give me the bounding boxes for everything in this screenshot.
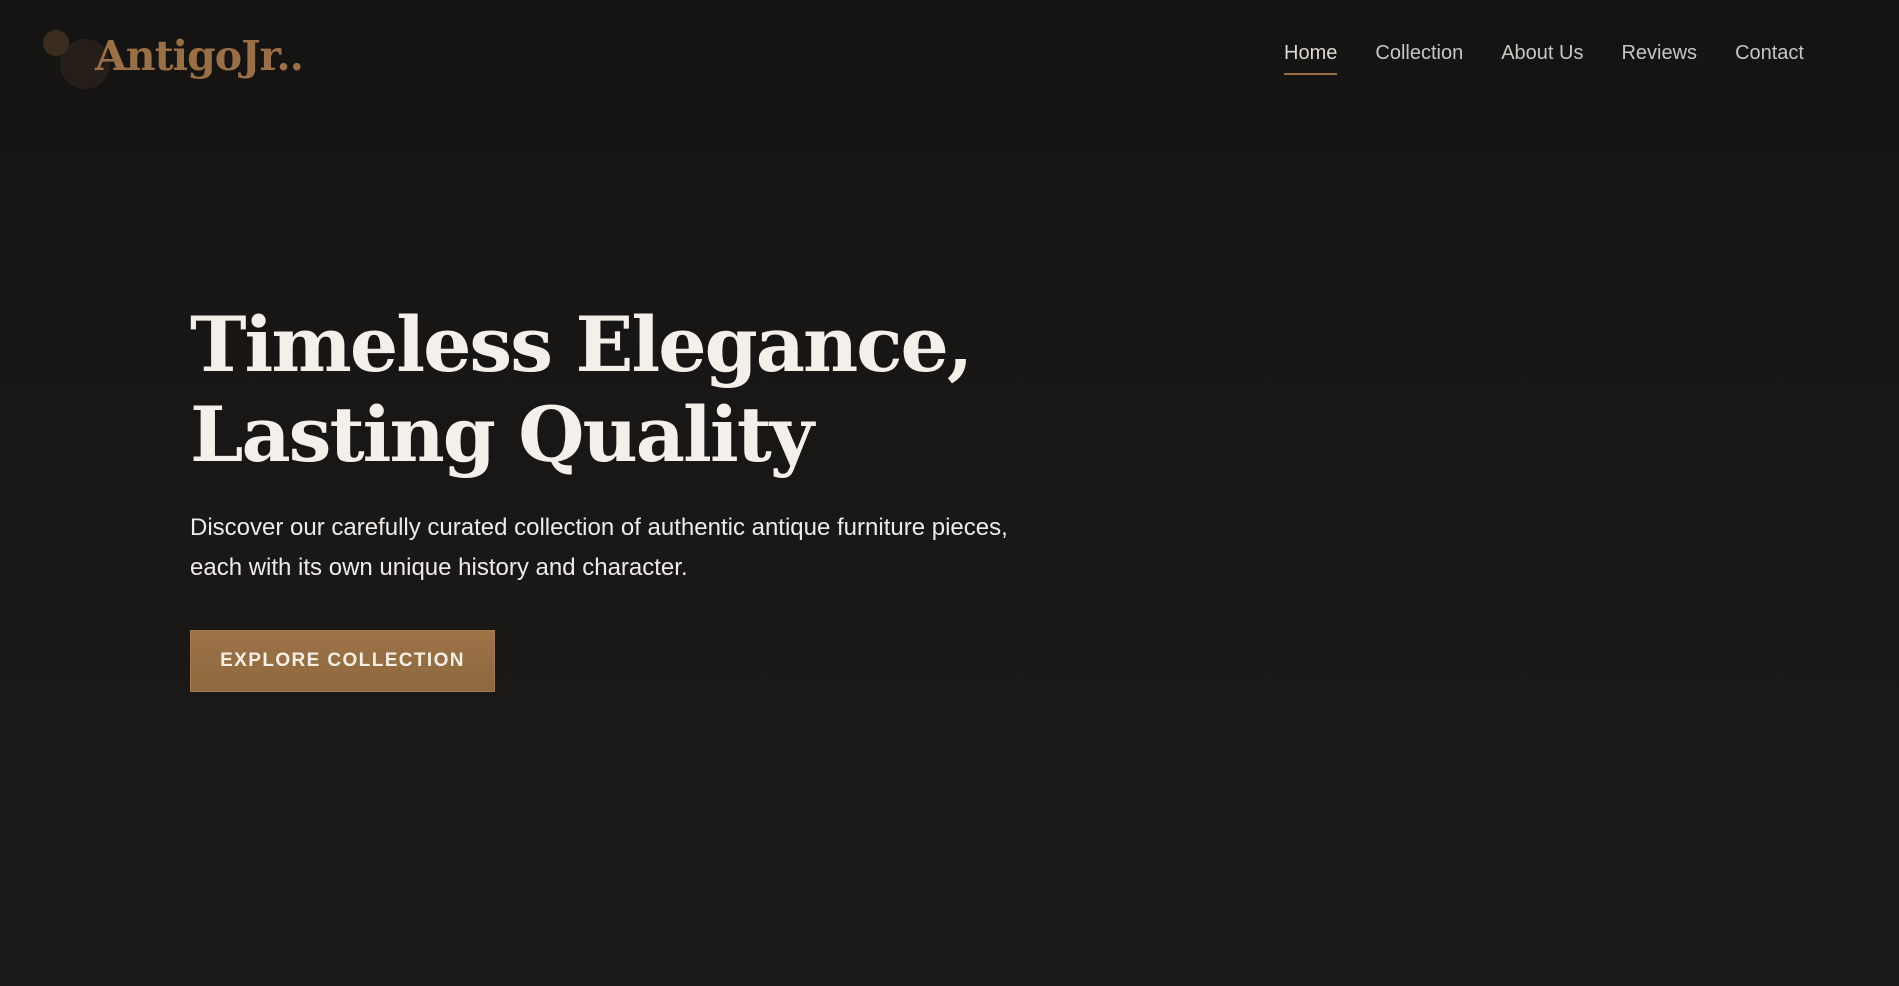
hero-subtitle-line-1: Discover our carefully curated collectio… xyxy=(190,514,1008,541)
page: AntigoJr.. Home Collection About Us Revi… xyxy=(0,0,1899,986)
site-header: AntigoJr.. Home Collection About Us Revi… xyxy=(0,0,1899,112)
nav-about-us[interactable]: About Us xyxy=(1501,42,1583,75)
logo-circle-small xyxy=(43,30,69,56)
nav-reviews[interactable]: Reviews xyxy=(1621,42,1697,75)
hero-title: Timeless Elegance, Lasting Quality xyxy=(190,300,1190,480)
hero-subtitle: Discover our carefully curated collectio… xyxy=(190,508,1090,588)
hero-subtitle-line-2: each with its own unique history and cha… xyxy=(190,554,688,581)
main-nav: Home Collection About Us Reviews Contact xyxy=(1284,42,1804,75)
nav-collection[interactable]: Collection xyxy=(1375,42,1463,75)
nav-home[interactable]: Home xyxy=(1284,42,1338,75)
logo-text[interactable]: AntigoJr.. xyxy=(95,32,304,80)
hero-title-line-2: Lasting Quality xyxy=(190,390,814,479)
hero-title-line-1: Timeless Elegance, xyxy=(190,300,973,389)
explore-collection-button[interactable]: EXPLORE COLLECTION xyxy=(190,630,495,692)
nav-contact[interactable]: Contact xyxy=(1735,42,1804,75)
explore-collection-label: EXPLORE COLLECTION xyxy=(220,650,465,671)
hero-section: Timeless Elegance, Lasting Quality Disco… xyxy=(190,300,1190,692)
logo[interactable]: AntigoJr.. xyxy=(40,26,304,96)
